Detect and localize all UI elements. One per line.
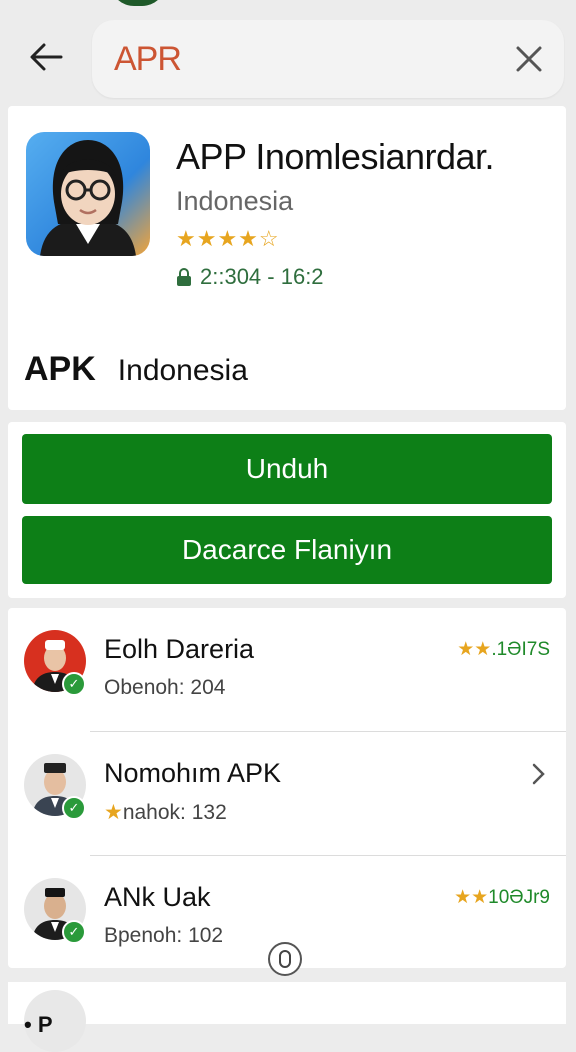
secondary-action-button[interactable]: Dacarce Flaniyın (22, 516, 552, 584)
actions-card: Unduh Dacarce Flaniyın (8, 422, 566, 598)
top-decoration (110, 0, 166, 6)
clear-search-button[interactable] (512, 42, 546, 76)
app-list: ✓ Eolh Dareria Obenoh: 204 ★★.1ƏI7S ✓ No… (8, 608, 566, 968)
list-item-title: ANk Uak (104, 882, 211, 912)
list-item-subtitle-text: nahok: 132 (122, 801, 227, 824)
rating-text: .1ƏI7S (491, 639, 550, 660)
list-item-subtitle: Obenoh: 204 (104, 676, 226, 699)
verified-icon: ✓ (62, 920, 86, 944)
arrow-left-icon (30, 43, 63, 71)
rating-text: 10ƏJr9 (488, 887, 550, 908)
verified-icon: ✓ (62, 672, 86, 696)
brand-country: Indonesia (117, 354, 248, 387)
peek-text: • P (24, 1012, 53, 1037)
brand-label: APK Indonesia (24, 350, 248, 389)
next-list-item-peek: • P (8, 982, 566, 1052)
back-button[interactable] (22, 36, 70, 78)
rating-star-icon: ★ (104, 801, 123, 824)
avatar-illustration-icon (40, 140, 136, 256)
chevron-right-icon[interactable] (526, 762, 550, 786)
list-item-rating: ★★.1ƏI7S (457, 638, 550, 661)
list-item-rating: ★★10ƏJr9 (454, 886, 550, 909)
app-title: APP Inomlesianrdar. (176, 136, 495, 177)
pill-icon (279, 950, 291, 968)
list-item[interactable]: ✓ Eolh Dareria Obenoh: 204 ★★.1ƏI7S (8, 608, 566, 732)
app-rating-stars: ★★★★☆ (176, 226, 280, 251)
app-meta: 2::304 - 16:2 (176, 264, 324, 290)
search-query[interactable]: APR (114, 40, 182, 79)
list-item-title: Eolh Dareria (104, 634, 255, 664)
download-button[interactable]: Unduh (22, 434, 552, 504)
app-icon[interactable] (26, 132, 150, 256)
search-input[interactable]: APR (92, 20, 564, 98)
list-item[interactable]: ✓ Nomohım APK ★nahok: 132 (8, 732, 566, 856)
app-header-card: APP Inomlesianrdar. Indonesia ★★★★☆ 2::3… (8, 106, 566, 410)
rating-stars: ★★ (454, 887, 489, 908)
close-icon (516, 46, 542, 72)
app-meta-text: 2::304 - 16:2 (200, 264, 324, 289)
brand-name: APK (24, 350, 96, 388)
search-bar: APR (0, 14, 576, 104)
list-item-title: Nomohım APK (104, 758, 282, 788)
scrollbar[interactable] (572, 230, 576, 850)
scroll-handle-button[interactable] (268, 942, 302, 976)
list-item-subtitle: ★nahok: 132 (104, 800, 227, 825)
list-item-subtitle: Bpenoh: 102 (104, 924, 224, 947)
rating-stars: ★★ (457, 639, 492, 660)
lock-icon (177, 268, 191, 286)
app-subtitle: Indonesia (176, 186, 294, 216)
verified-icon: ✓ (62, 796, 86, 820)
